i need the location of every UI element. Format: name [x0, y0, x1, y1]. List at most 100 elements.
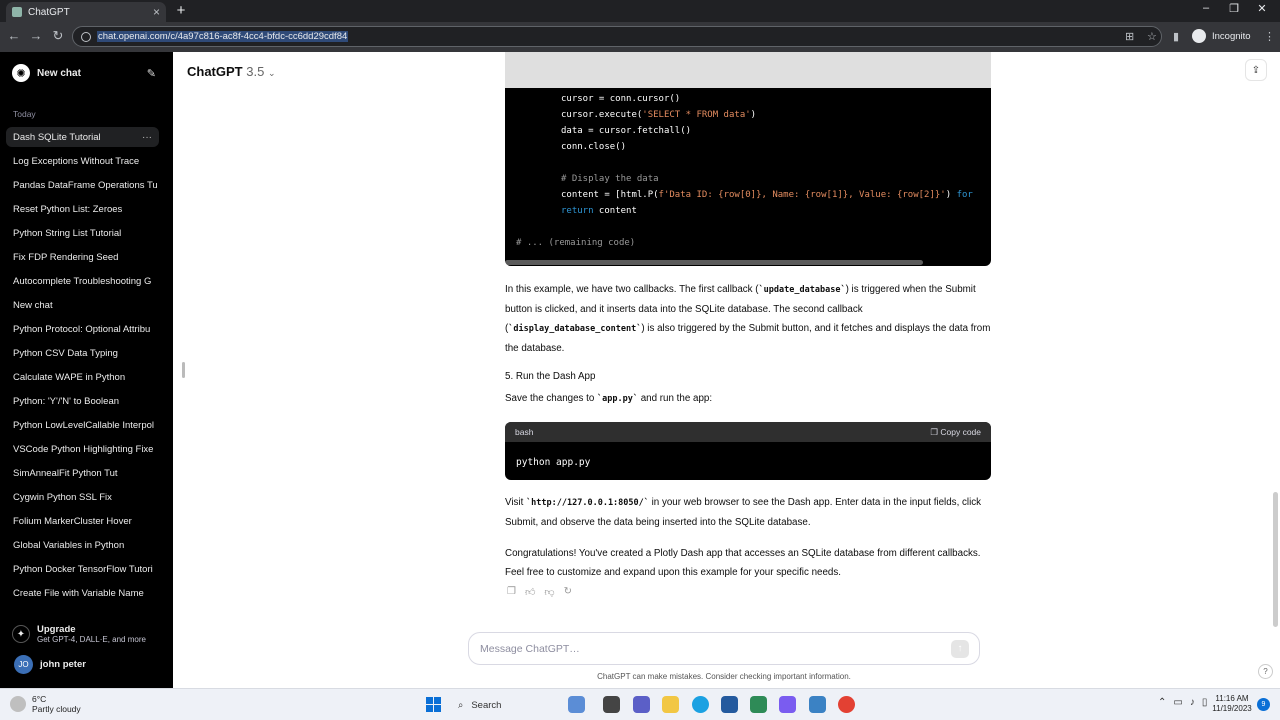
taskbar-search[interactable]: ⌕ Search — [450, 694, 558, 716]
date: 11/19/2023 — [1212, 704, 1252, 713]
text: Visit — [505, 497, 527, 508]
openai-logo-icon: ✺ — [12, 64, 30, 82]
chrome-icon[interactable] — [838, 696, 855, 713]
sidebar-item-label: Python Protocol: Optional Attribu — [13, 323, 151, 335]
browser-tab-bar: ChatGPT × + – ❐ ✕ — [0, 0, 1280, 22]
temperature: 6°C — [32, 694, 47, 704]
bookmark-star-icon[interactable]: ☆ — [1147, 30, 1157, 43]
user-menu[interactable]: JO john peter — [6, 652, 166, 676]
sidebar-item[interactable]: Python: 'Y'/'N' to Boolean — [6, 391, 159, 411]
new-chat-button[interactable]: ✺ New chat ✎ — [6, 60, 162, 86]
sidebar-item[interactable]: Create File with Variable Name — [6, 583, 159, 603]
qr-code-icon[interactable]: ⊞ — [1125, 30, 1134, 43]
sidebar-item[interactable]: Cygwin Python SSL Fix — [6, 487, 159, 507]
user-name: john peter — [40, 658, 86, 670]
close-tab-icon[interactable]: × — [153, 5, 160, 19]
sidebar-item-label: Python String List Tutorial — [13, 227, 122, 239]
sidebar-item[interactable]: Calculate WAPE in Python — [6, 367, 159, 387]
send-button[interactable]: ↑ — [951, 639, 969, 658]
sidebar-item[interactable]: New chat — [6, 295, 159, 315]
chevron-up-icon[interactable]: ⌃ — [1158, 697, 1166, 708]
copy-code-label: Copy code — [940, 426, 981, 437]
incognito-indicator[interactable]: Incognito — [1192, 29, 1251, 43]
chatgpt-favicon-icon — [12, 7, 22, 17]
sidebar-item[interactable]: VSCode Python Highlighting Fixe — [6, 439, 159, 459]
share-icon: ⇪ — [1251, 64, 1261, 76]
edge-icon[interactable] — [692, 696, 709, 713]
clock[interactable]: 11:16 AM 11/19/2023 — [1210, 694, 1254, 714]
upgrade-button[interactable]: ✦ Upgrade Get GPT-4, DALL·E, and more — [6, 620, 166, 648]
notepad-icon[interactable] — [750, 696, 767, 713]
sidebar-item[interactable]: Python Protocol: Optional Attribu — [6, 319, 159, 339]
paragraph-save: Save the changes to `app.py` and run the… — [505, 389, 991, 409]
help-button[interactable]: ? — [1258, 664, 1273, 679]
sidebar-item-dash-sqlite-tutorial[interactable]: Dash SQLite Tutorial ··· — [6, 127, 159, 147]
sidebar-item[interactable]: Autocomplete Troubleshooting G — [6, 271, 159, 291]
sidebar-item[interactable]: Python String List Tutorial — [6, 223, 159, 243]
sidebar-item[interactable]: Python LowLevelCallable Interpol — [6, 415, 159, 435]
address-bar[interactable]: chat.openai.com/c/4a97c816-ac8f-4cc4-bfd… — [72, 26, 1162, 47]
edit-icon[interactable]: ✎ — [147, 67, 156, 80]
vertical-scrollbar[interactable] — [1273, 492, 1278, 627]
sidebar-item-label: Autocomplete Troubleshooting G — [13, 275, 152, 287]
sidebar-item[interactable]: Python Docker TensorFlow Tutori — [6, 559, 159, 579]
weather-widget[interactable]: 6°C Partly cloudy — [10, 694, 81, 714]
message-input[interactable] — [480, 642, 951, 655]
main-panel: ChatGPT 3.5 ⌄ ⇪ cursor = conn.cursor() cu… — [173, 52, 1280, 688]
sidebar-item[interactable]: Reset Python List: Zeroes — [6, 199, 159, 219]
section-today-heading: Today — [13, 109, 36, 119]
browser-tab[interactable]: ChatGPT × — [6, 2, 166, 22]
new-tab-button[interactable]: + — [174, 2, 188, 19]
side-panel-icon[interactable]: ▮ — [1173, 30, 1179, 43]
upgrade-subtitle: Get GPT-4, DALL·E, and more — [37, 635, 146, 644]
volume-icon[interactable]: ♪ — [1190, 697, 1195, 708]
sidebar-item-label: Dash SQLite Tutorial — [13, 131, 101, 143]
task-view-icon[interactable] — [603, 696, 620, 713]
code-line: return content — [561, 206, 637, 216]
more-options-icon[interactable]: ··· — [142, 132, 152, 143]
network-icon[interactable]: ▭ — [1173, 697, 1182, 708]
sidebar-item-label: VSCode Python Highlighting Fixe — [13, 443, 154, 455]
tab-title: ChatGPT — [28, 6, 70, 18]
sidebar-item[interactable]: Pandas DataFrame Operations Tu — [6, 175, 159, 195]
copy-code-button[interactable]: ❐ Copy code — [930, 427, 981, 438]
photos-icon[interactable] — [809, 696, 826, 713]
sidebar-item[interactable]: Folium MarkerCluster Hover — [6, 511, 159, 531]
widgets-icon[interactable] — [568, 696, 585, 713]
maximize-button[interactable]: ❐ — [1224, 2, 1244, 15]
battery-icon[interactable]: ▯ — [1202, 697, 1208, 708]
sidebar-item[interactable]: Log Exceptions Without Trace — [6, 151, 159, 171]
thumbs-down-icon[interactable]: 👎︎ — [544, 586, 554, 598]
site-info-icon[interactable] — [81, 31, 91, 42]
sparkle-icon: ✦ — [12, 625, 30, 643]
sidebar-item[interactable]: Global Variables in Python — [6, 535, 159, 555]
copy-icon[interactable]: ❐ — [507, 586, 516, 598]
start-button[interactable] — [426, 697, 441, 712]
sidebar-item[interactable]: SimAnnealFit Python Tut — [6, 463, 159, 483]
close-window-button[interactable]: ✕ — [1252, 2, 1272, 15]
teams-chat-icon[interactable] — [633, 696, 650, 713]
sidebar-item[interactable]: Python CSV Data Typing — [6, 343, 159, 363]
sidebar-item-label: Python: 'Y'/'N' to Boolean — [13, 395, 120, 407]
horizontal-scrollbar[interactable] — [505, 260, 923, 265]
back-icon[interactable]: ← — [6, 28, 22, 43]
model-selector[interactable]: ChatGPT 3.5 ⌄ — [187, 64, 276, 79]
notification-badge[interactable]: 9 — [1257, 698, 1270, 711]
forward-icon[interactable]: → — [28, 28, 44, 43]
minimize-button[interactable]: – — [1196, 2, 1216, 14]
sidebar-collapse-handle[interactable] — [182, 362, 185, 378]
store-icon[interactable] — [721, 696, 738, 713]
sidebar-item-label: SimAnnealFit Python Tut — [13, 467, 118, 479]
new-chat-label: New chat — [37, 67, 81, 79]
share-button[interactable]: ⇪ — [1245, 59, 1267, 81]
reload-icon[interactable]: ↻ — [50, 28, 66, 44]
browser-menu-icon[interactable]: ⋮ — [1264, 30, 1275, 43]
url-text[interactable]: chat.openai.com/c/4a97c816-ac8f-4cc4-bfd… — [97, 31, 349, 42]
text: In this example, we have two callbacks. … — [505, 284, 759, 295]
incognito-label: Incognito — [1212, 30, 1251, 42]
thumbs-up-icon[interactable]: 👍︎ — [525, 586, 535, 598]
file-explorer-icon[interactable] — [662, 696, 679, 713]
regenerate-icon[interactable]: ↻ — [564, 586, 572, 598]
sidebar-item[interactable]: Fix FDP Rendering Seed — [6, 247, 159, 267]
app-icon[interactable] — [779, 696, 796, 713]
